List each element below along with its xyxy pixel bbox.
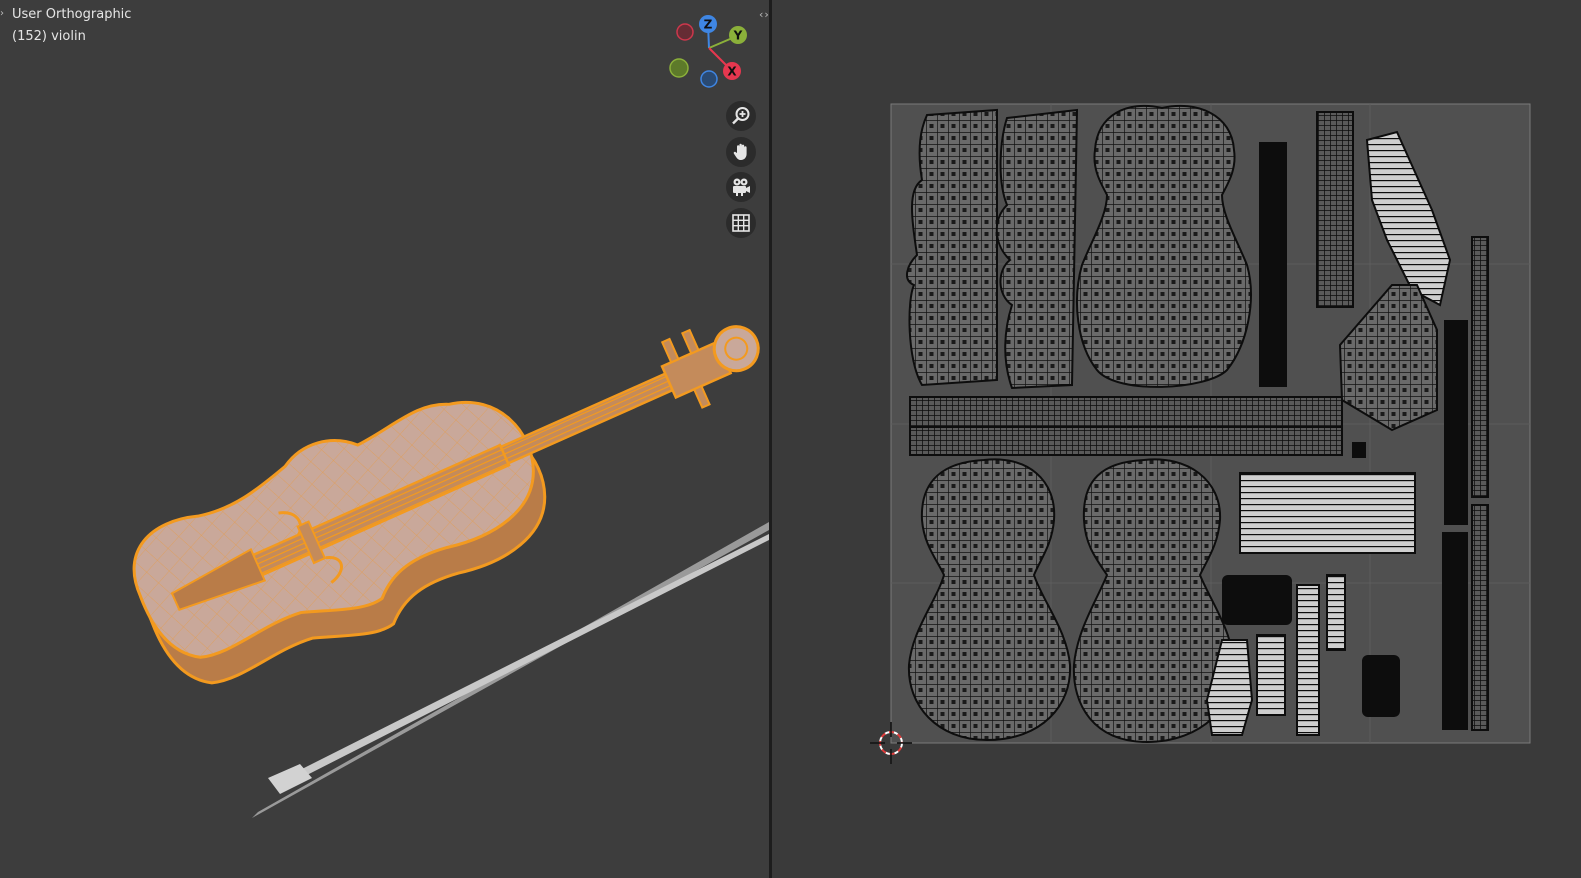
3d-viewport[interactable]: › User Orthographic (152) violin ‹› Z Y …: [0, 0, 769, 878]
violin-body[interactable]: [112, 262, 769, 714]
uv-canvas[interactable]: [772, 0, 1581, 878]
uv-editor[interactable]: [772, 0, 1581, 878]
violin-model[interactable]: [0, 0, 769, 878]
